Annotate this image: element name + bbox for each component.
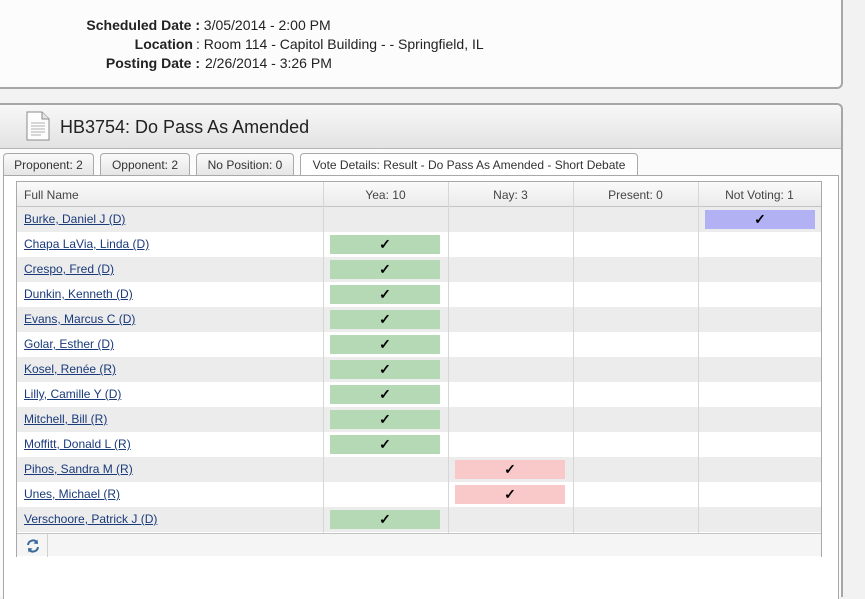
scheduled-date-label: Scheduled Date : bbox=[86, 17, 200, 33]
member-name-link[interactable]: Crespo, Fred (D) bbox=[24, 262, 114, 276]
header-yea[interactable]: Yea: 10 bbox=[323, 182, 448, 207]
posting-date-label: Posting Date : bbox=[105, 55, 200, 71]
header-present[interactable]: Present: 0 bbox=[573, 182, 698, 207]
member-name-link[interactable]: Golar, Esther (D) bbox=[24, 337, 114, 351]
tab-no-position[interactable]: No Position: 0 bbox=[196, 153, 294, 175]
table-row: Golar, Esther (D) ✓ bbox=[17, 332, 821, 357]
table-row: Unes, Michael (R) ✓ bbox=[17, 482, 821, 507]
refresh-icon[interactable] bbox=[25, 538, 41, 554]
column-divider bbox=[323, 182, 324, 533]
table-row: Dunkin, Kenneth (D) ✓ bbox=[17, 282, 821, 307]
hearing-info-panel: Scheduled Date : : 3/05/2014 - 2:00 PM L… bbox=[0, 0, 843, 89]
tab-content: Full Name Yea: 10 Nay: 3 Present: 0 Not … bbox=[3, 175, 839, 599]
table-row: Evans, Marcus C (D) ✓ bbox=[17, 307, 821, 332]
nay-checkmark: ✓ bbox=[455, 485, 565, 504]
table-row: Crespo, Fred (D) ✓ bbox=[17, 257, 821, 282]
tab-vote-details[interactable]: Vote Details: Result - Do Pass As Amende… bbox=[300, 153, 638, 176]
table-row: Mitchell, Bill (R) ✓ bbox=[17, 407, 821, 432]
location-label: Location bbox=[134, 36, 193, 52]
not-voting-checkmark: ✓ bbox=[705, 210, 815, 229]
table-row: Chapa LaVia, Linda (D) ✓ bbox=[17, 232, 821, 257]
yea-checkmark: ✓ bbox=[330, 335, 440, 354]
member-name-link[interactable]: Kosel, Renée (R) bbox=[24, 362, 116, 376]
table-row: Verschoore, Patrick J (D) ✓ bbox=[17, 507, 821, 532]
tab-proponent[interactable]: Proponent: 2 bbox=[3, 153, 94, 175]
grid-header: Full Name Yea: 10 Nay: 3 Present: 0 Not … bbox=[17, 182, 821, 207]
nay-checkmark: ✓ bbox=[455, 460, 565, 479]
posting-date-value: 2/26/2014 - 3:26 PM bbox=[205, 55, 332, 71]
member-name-link[interactable]: Unes, Michael (R) bbox=[24, 487, 120, 501]
table-row: Lilly, Camille Y (D) ✓ bbox=[17, 382, 821, 407]
yea-checkmark: ✓ bbox=[330, 360, 440, 379]
member-name-link[interactable]: Lilly, Camille Y (D) bbox=[24, 387, 121, 401]
member-name-link[interactable]: Burke, Daniel J (D) bbox=[24, 212, 125, 226]
table-row: Burke, Daniel J (D) ✓ bbox=[17, 207, 821, 232]
bill-title: HB3754: Do Pass As Amended bbox=[60, 117, 310, 137]
member-name-link[interactable]: Chapa LaVia, Linda (D) bbox=[24, 237, 149, 251]
yea-checkmark: ✓ bbox=[330, 510, 440, 529]
document-icon bbox=[26, 111, 50, 141]
member-name-link[interactable]: Moffitt, Donald L (R) bbox=[24, 437, 131, 451]
header-full-name[interactable]: Full Name bbox=[24, 182, 79, 207]
yea-checkmark: ✓ bbox=[330, 385, 440, 404]
header-not-voting[interactable]: Not Voting: 1 bbox=[698, 182, 821, 207]
table-row: Kosel, Renée (R) ✓ bbox=[17, 357, 821, 382]
table-row: Moffitt, Donald L (R) ✓ bbox=[17, 432, 821, 457]
yea-checkmark: ✓ bbox=[330, 410, 440, 429]
yea-checkmark: ✓ bbox=[330, 435, 440, 454]
posting-date-row: Posting Date : 2/26/2014 - 3:26 PM bbox=[0, 55, 843, 74]
tab-opponent[interactable]: Opponent: 2 bbox=[100, 153, 190, 175]
vote-panel: HB3754: Do Pass As Amended Proponent: 2 … bbox=[0, 103, 843, 599]
footer-divider bbox=[47, 534, 48, 557]
yea-checkmark: ✓ bbox=[330, 285, 440, 304]
member-name-link[interactable]: Pihos, Sandra M (R) bbox=[24, 462, 133, 476]
member-name-link[interactable]: Evans, Marcus C (D) bbox=[24, 312, 135, 326]
scheduled-date-row: Scheduled Date : : 3/05/2014 - 2:00 PM bbox=[0, 17, 843, 36]
table-row: Pihos, Sandra M (R) ✓ bbox=[17, 457, 821, 482]
member-name-link[interactable]: Dunkin, Kenneth (D) bbox=[24, 287, 133, 301]
scheduled-date-value: : 3/05/2014 - 2:00 PM bbox=[196, 17, 331, 33]
member-name-link[interactable]: Verschoore, Patrick J (D) bbox=[24, 512, 157, 526]
header-nay[interactable]: Nay: 3 bbox=[448, 182, 573, 207]
vote-grid: Full Name Yea: 10 Nay: 3 Present: 0 Not … bbox=[16, 181, 822, 557]
column-divider bbox=[698, 182, 699, 533]
yea-checkmark: ✓ bbox=[330, 310, 440, 329]
column-divider bbox=[448, 182, 449, 533]
panel-header: HB3754: Do Pass As Amended bbox=[0, 105, 841, 149]
yea-checkmark: ✓ bbox=[330, 235, 440, 254]
location-row: Location : Room 114 - Capitol Building -… bbox=[0, 36, 843, 55]
grid-footer bbox=[17, 533, 821, 557]
yea-checkmark: ✓ bbox=[330, 260, 440, 279]
location-value: : Room 114 - Capitol Building - - Spring… bbox=[196, 36, 484, 52]
member-name-link[interactable]: Mitchell, Bill (R) bbox=[24, 412, 107, 426]
column-divider bbox=[573, 182, 574, 533]
